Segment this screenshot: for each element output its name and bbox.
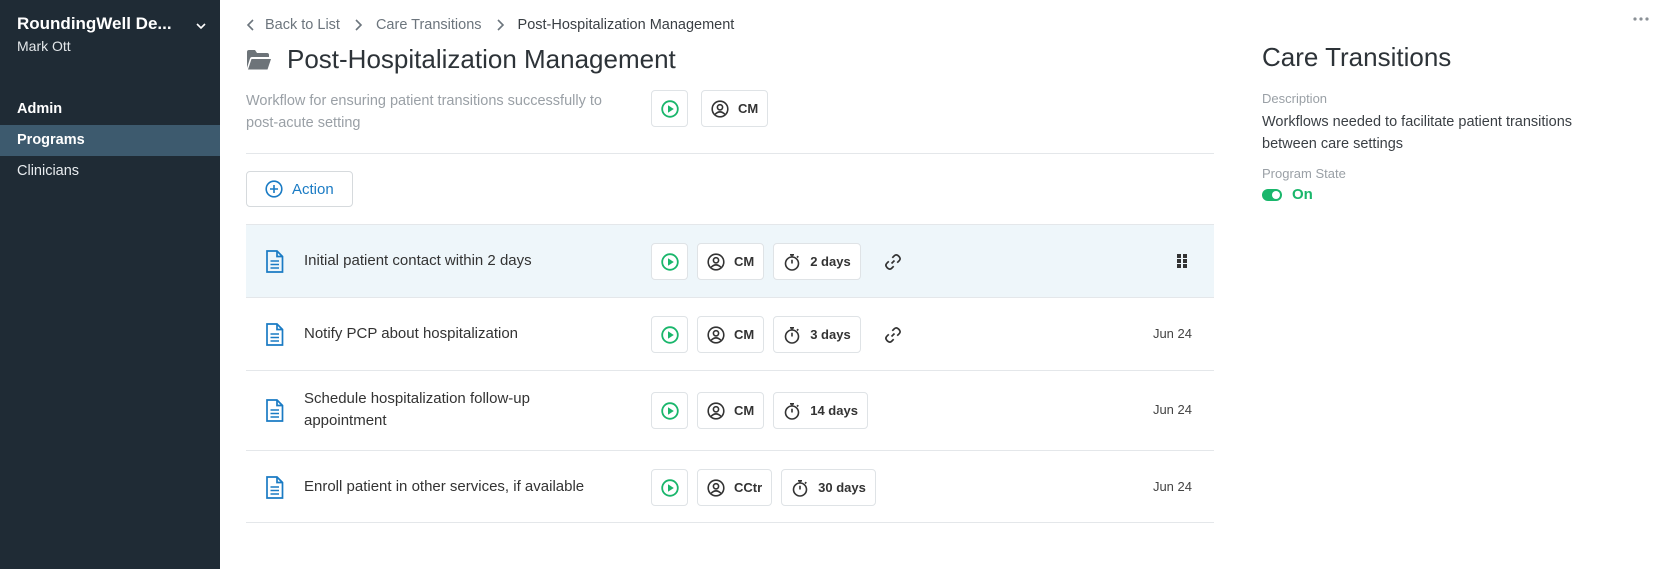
action-status-button[interactable] bbox=[651, 392, 688, 429]
link-icon[interactable] bbox=[884, 326, 902, 344]
list-item[interactable]: Initial patient contact within 2 days CM… bbox=[246, 224, 1214, 297]
user-name: Mark Ott bbox=[17, 38, 71, 54]
chevron-right-icon bbox=[355, 19, 363, 31]
workflow-status-button[interactable] bbox=[651, 90, 688, 127]
owner-label: CM bbox=[734, 403, 755, 418]
owner-label: CM bbox=[734, 254, 755, 269]
owner-label: CM bbox=[738, 101, 759, 116]
chevron-down-icon bbox=[196, 23, 206, 30]
play-circle-icon bbox=[660, 252, 679, 271]
workflow-tags: CM bbox=[651, 90, 769, 127]
org-switcher[interactable]: RoundingWell De... Mark Ott bbox=[17, 14, 207, 54]
document-icon bbox=[266, 399, 284, 422]
action-name[interactable]: Schedule hospitalization follow-up appoi… bbox=[304, 388, 604, 432]
program-state-toggle[interactable]: On bbox=[1262, 186, 1313, 203]
workflow-owner-button[interactable]: CM bbox=[701, 90, 769, 127]
action-status-button[interactable] bbox=[651, 316, 688, 353]
list-item[interactable]: Schedule hospitalization follow-up appoi… bbox=[246, 370, 1214, 450]
action-name[interactable]: Initial patient contact within 2 days bbox=[304, 250, 604, 272]
action-owner-button[interactable]: CM bbox=[697, 243, 765, 280]
owner-label: CM bbox=[734, 327, 755, 342]
action-tags: CM 14 days bbox=[651, 392, 868, 429]
breadcrumb-current: Post-Hospitalization Management bbox=[517, 17, 735, 33]
action-status-button[interactable] bbox=[651, 469, 688, 506]
action-date: Jun 24 bbox=[1152, 326, 1192, 341]
drag-handle-icon[interactable] bbox=[1176, 253, 1188, 269]
play-circle-icon bbox=[660, 325, 679, 344]
program-title: Care Transitions bbox=[1262, 42, 1452, 72]
program-details-panel: Care Transitions Description Workflows n… bbox=[1262, 0, 1662, 569]
breadcrumb-parent-link[interactable]: Care Transitions bbox=[376, 17, 482, 33]
toggle-switch-icon bbox=[1262, 188, 1282, 201]
sidebar: RoundingWell De... Mark Ott Admin Progra… bbox=[0, 0, 220, 569]
program-description: Workflows needed to facilitate patient t… bbox=[1262, 114, 1573, 152]
add-action-button[interactable]: Action bbox=[246, 171, 353, 207]
action-tags: CCtr 30 days bbox=[651, 469, 876, 506]
plus-circle-icon bbox=[265, 180, 283, 198]
duration-label: 2 days bbox=[810, 254, 851, 269]
action-owner-button[interactable]: CCtr bbox=[697, 469, 773, 506]
list-item[interactable]: Enroll patient in other services, if ava… bbox=[246, 450, 1214, 523]
document-icon bbox=[266, 323, 284, 346]
user-circle-icon bbox=[707, 325, 725, 344]
stopwatch-icon bbox=[784, 253, 800, 271]
action-status-button[interactable] bbox=[651, 243, 688, 280]
user-circle-icon bbox=[707, 478, 725, 497]
action-name[interactable]: Notify PCP about hospitalization bbox=[304, 323, 604, 345]
action-duration-button[interactable]: 14 days bbox=[773, 392, 868, 429]
action-duration-button[interactable]: 30 days bbox=[781, 469, 876, 506]
play-circle-icon bbox=[660, 99, 679, 118]
document-icon bbox=[266, 476, 284, 499]
sidebar-item-programs[interactable]: Programs bbox=[0, 125, 220, 156]
more-options-icon[interactable] bbox=[1632, 16, 1650, 22]
sidebar-item-admin[interactable]: Admin bbox=[0, 94, 220, 125]
org-name: RoundingWell De... bbox=[17, 14, 172, 33]
owner-label: CCtr bbox=[734, 480, 763, 495]
play-circle-icon bbox=[660, 478, 679, 497]
workflow-description: Workflow for ensuring patient transition… bbox=[246, 93, 602, 131]
list-item[interactable]: Notify PCP about hospitalization CM 3 da… bbox=[246, 297, 1214, 370]
action-tags: CM 2 days bbox=[651, 243, 902, 280]
folder-open-icon bbox=[247, 49, 271, 69]
page-header: Post-Hospitalization Management bbox=[246, 44, 676, 75]
action-tags: CM 3 days bbox=[651, 316, 902, 353]
duration-label: 3 days bbox=[810, 327, 851, 342]
user-circle-icon bbox=[707, 401, 725, 420]
action-list: Initial patient contact within 2 days CM… bbox=[246, 224, 1214, 523]
divider bbox=[246, 153, 1214, 154]
document-icon bbox=[266, 250, 284, 273]
description-label: Description bbox=[1262, 91, 1328, 106]
add-action-label: Action bbox=[292, 180, 334, 198]
duration-label: 30 days bbox=[818, 480, 866, 495]
action-owner-button[interactable]: CM bbox=[697, 392, 765, 429]
chevron-right-icon bbox=[496, 19, 504, 31]
main-content: Back to List Care Transitions Post-Hospi… bbox=[220, 0, 1220, 569]
link-icon[interactable] bbox=[884, 253, 902, 271]
stopwatch-icon bbox=[784, 326, 800, 344]
back-to-list-link[interactable]: Back to List bbox=[265, 17, 340, 33]
sidebar-item-clinicians[interactable]: Clinicians bbox=[0, 156, 220, 187]
user-circle-icon bbox=[711, 99, 729, 118]
page-title: Post-Hospitalization Management bbox=[287, 44, 676, 74]
action-date: Jun 24 bbox=[1152, 402, 1192, 417]
breadcrumb: Back to List Care Transitions Post-Hospi… bbox=[246, 17, 734, 33]
play-circle-icon bbox=[660, 401, 679, 420]
user-circle-icon bbox=[707, 252, 725, 271]
action-owner-button[interactable]: CM bbox=[697, 316, 765, 353]
program-state-value: On bbox=[1292, 186, 1313, 203]
action-duration-button[interactable]: 2 days bbox=[773, 243, 861, 280]
sidebar-nav: Admin Programs Clinicians bbox=[0, 94, 220, 187]
program-state-label: Program State bbox=[1262, 166, 1346, 181]
stopwatch-icon bbox=[784, 402, 800, 420]
stopwatch-icon bbox=[792, 479, 808, 497]
action-date: Jun 24 bbox=[1152, 479, 1192, 494]
action-name[interactable]: Enroll patient in other services, if ava… bbox=[304, 476, 604, 498]
chevron-left-icon bbox=[246, 19, 254, 31]
action-duration-button[interactable]: 3 days bbox=[773, 316, 861, 353]
duration-label: 14 days bbox=[810, 403, 858, 418]
